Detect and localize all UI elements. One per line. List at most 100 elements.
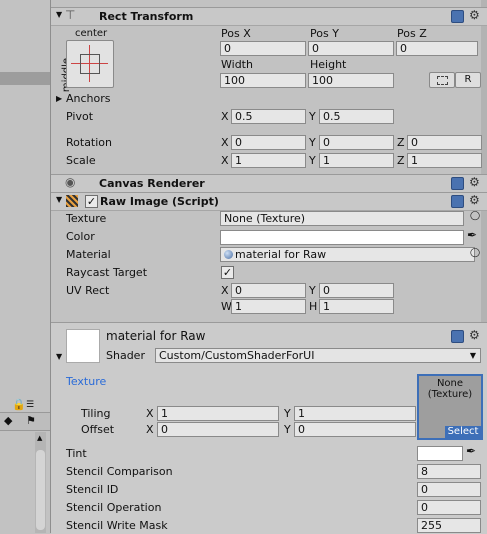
offset-y-field[interactable]: 0 [294,422,416,437]
anchor-preset-top-label: center [75,28,108,39]
object-picker-icon[interactable]: ◯ [470,248,480,258]
shader-dropdown[interactable]: Custom/CustomShaderForUI ▼ [155,348,481,363]
tiling-label: Tiling [81,407,111,420]
uv-w-field[interactable]: 1 [231,299,306,314]
pivot-label: Pivot [66,110,94,123]
scrollbar[interactable]: ▲ [35,432,46,533]
eye-icon: ◉ [65,175,76,189]
scale-x-letter: X [221,154,229,167]
stencil-write-label: Stencil Write Mask [66,519,168,532]
object-picker-icon[interactable]: ◯ [470,211,480,221]
height-field[interactable]: 100 [308,73,394,88]
rotation-y-field[interactable]: 0 [319,135,394,150]
tiling-y-letter: Y [284,407,291,420]
rotation-z-field[interactable]: 0 [407,135,482,150]
rotation-y-letter: Y [309,136,316,149]
raw-edit-button[interactable]: R [455,72,481,88]
width-label: Width [221,58,253,71]
pivot-y-letter: Y [309,110,316,123]
scale-y-letter: Y [309,154,316,167]
texture-select-button[interactable]: Select [445,426,481,438]
color-swatch[interactable] [220,230,464,245]
scale-y-field[interactable]: 1 [319,153,394,168]
pos-y-label: Pos Y [310,27,339,40]
stencil-id-field[interactable]: 0 [417,482,481,497]
rotation-x-letter: X [221,136,229,149]
scale-z-field[interactable]: 1 [407,153,482,168]
pos-z-field[interactable]: 0 [396,41,478,56]
scroll-thumb[interactable] [36,450,45,530]
scale-label: Scale [66,154,96,167]
help-icon[interactable] [451,177,464,190]
uv-x-field[interactable]: 0 [231,283,306,298]
help-icon[interactable] [451,10,464,23]
shader-label: Shader [106,349,145,362]
stencil-comparison-field[interactable]: 8 [417,464,481,479]
anchors-label[interactable]: Anchors [66,92,111,106]
uv-y-letter: Y [309,284,316,297]
stencil-operation-field[interactable]: 0 [417,500,481,515]
stencil-comparison-label: Stencil Comparison [66,465,173,478]
tiling-x-letter: X [146,407,154,420]
material-fold-icon[interactable]: ▼ [56,352,62,361]
chevron-down-icon: ▼ [469,351,476,360]
offset-y-letter: Y [284,423,291,436]
pivot-x-letter: X [221,110,229,123]
hierarchy-panel: 🔒 ☰ ◆ ⚑ ▲ [0,0,51,533]
canvas-renderer-header[interactable]: ◉ Canvas Renderer ⚙ [51,174,487,193]
stencil-id-label: Stencil ID [66,483,119,496]
scale-x-field[interactable]: 1 [231,153,306,168]
tag-icon[interactable]: ⚑ [26,414,36,427]
pos-x-label: Pos X [221,27,251,40]
raw-image-header[interactable]: ▼ ✓ Raw Image (Script) ⚙ [51,192,487,211]
menu-icon[interactable]: ☰ [26,400,34,410]
width-field[interactable]: 100 [220,73,306,88]
scroll-up-icon[interactable]: ▲ [37,434,42,442]
pos-x-field[interactable]: 0 [220,41,306,56]
pos-y-field[interactable]: 0 [308,41,394,56]
stencil-write-field[interactable]: 255 [417,518,481,533]
gear-icon[interactable]: ⚙ [469,193,480,207]
pivot-y-field[interactable]: 0.5 [319,109,394,124]
texture-field[interactable]: None (Texture) [220,211,464,226]
gear-icon[interactable]: ⚙ [469,328,480,342]
enabled-checkbox[interactable]: ✓ [85,195,98,208]
tiling-x-field[interactable]: 1 [157,406,279,421]
offset-label: Offset [81,423,115,436]
help-icon[interactable] [451,330,464,343]
gear-icon[interactable]: ⚙ [469,175,480,189]
offset-x-field[interactable]: 0 [157,422,279,437]
color-label: Color [66,230,95,243]
material-preview-icon [66,329,100,363]
eyedropper-icon[interactable]: ✒ [467,228,477,242]
gear-icon[interactable]: ⚙ [469,8,480,22]
fold-arrow-icon[interactable]: ▼ [56,10,62,19]
material-name: material for Raw [106,329,206,343]
material-field[interactable]: material for Raw [220,247,475,262]
tint-label: Tint [66,447,87,460]
help-icon[interactable] [451,195,464,208]
uv-h-field[interactable]: 1 [319,299,394,314]
texture-slot[interactable]: None (Texture) Select [417,374,483,440]
anchor-preset-button[interactable] [66,40,114,88]
eyedropper-icon[interactable]: ✒ [466,444,476,458]
blueprint-mode-button[interactable] [429,72,455,88]
lock-icon[interactable]: 🔒 [12,398,26,411]
pivot-x-field[interactable]: 0.5 [231,109,306,124]
stencil-operation-label: Stencil Operation [66,501,162,514]
fold-arrow-icon[interactable]: ▼ [56,195,62,204]
uv-x-letter: X [221,284,229,297]
tiling-y-field[interactable]: 1 [294,406,416,421]
anchors-fold-icon[interactable]: ▶ [56,94,62,103]
hierarchy-selected-row[interactable] [0,72,50,85]
material-sphere-icon [224,250,233,259]
rotation-x-field[interactable]: 0 [231,135,306,150]
tint-swatch[interactable] [417,446,463,461]
raycast-label: Raycast Target [66,266,148,279]
uv-y-field[interactable]: 0 [319,283,394,298]
rect-transform-header[interactable]: ▼ ⊤ Rect Transform ⚙ [51,7,487,26]
component-title: Canvas Renderer [99,177,205,190]
filter-icon[interactable]: ◆ [4,414,12,427]
uv-h-letter: H [309,300,318,313]
raycast-checkbox[interactable]: ✓ [221,266,234,279]
